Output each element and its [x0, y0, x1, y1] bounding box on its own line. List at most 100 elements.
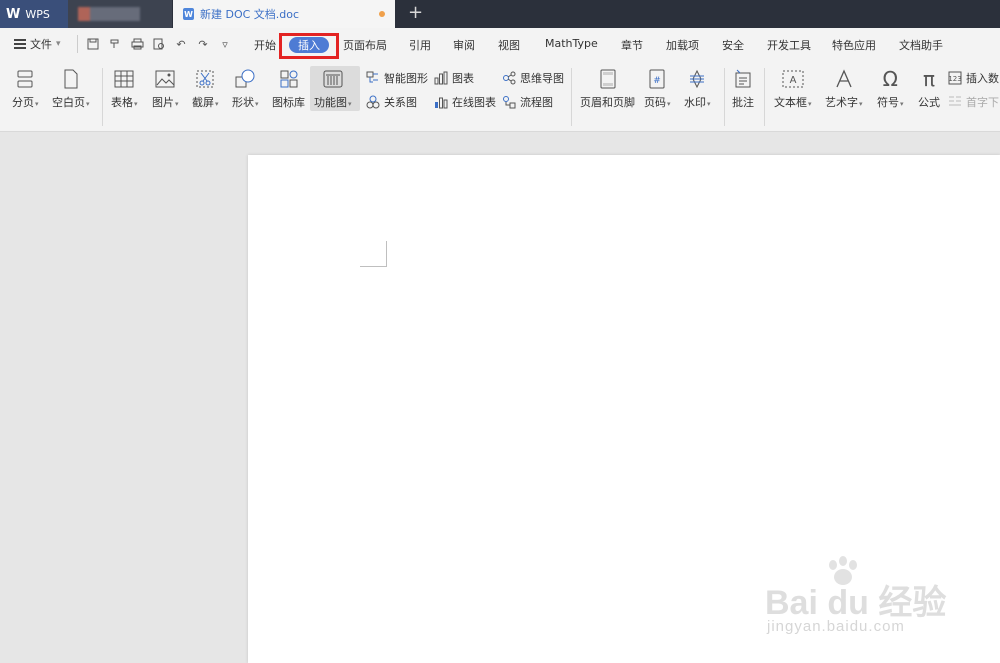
divider: [77, 35, 78, 53]
tab-insert[interactable]: 插入: [289, 37, 329, 53]
drop-cap-label: 首字下: [966, 96, 999, 109]
smart-shape-button[interactable]: 智能图形: [366, 70, 428, 86]
tab-developer[interactable]: 开发工具: [767, 37, 811, 53]
tab-start[interactable]: 开始: [254, 37, 276, 53]
formula-button[interactable]: π 公式: [918, 67, 940, 110]
wps-logo-icon: W: [6, 6, 21, 22]
drop-cap-icon: [948, 95, 962, 109]
tab-doc-assistant[interactable]: 文档助手: [899, 37, 943, 53]
svg-text:A: A: [789, 75, 796, 86]
tab-mathtype[interactable]: MathType: [545, 37, 598, 50]
unsaved-dot-icon: [379, 11, 385, 17]
mind-map-icon: [502, 71, 516, 85]
redo-icon[interactable]: ↷: [196, 37, 210, 51]
relation-chart-label: 关系图: [384, 96, 417, 109]
blank-page-icon: [60, 68, 82, 90]
divider: [764, 68, 765, 126]
smart-shape-label: 智能图形: [384, 72, 428, 85]
svg-text:#: #: [653, 76, 661, 86]
watermark-button[interactable]: 水印▾: [684, 68, 711, 110]
screenshot-button[interactable]: 截屏▾: [192, 68, 219, 110]
page-number-label: 页码: [644, 96, 666, 109]
tab-blurred[interactable]: [68, 0, 172, 28]
blank-page-label: 空白页: [52, 96, 85, 109]
page-break-button[interactable]: 分页▾: [12, 68, 39, 110]
watermark-icon: [686, 68, 708, 90]
baidu-watermark: Bai du 经验 jingyan.baidu.com: [765, 555, 955, 645]
icon-library-button[interactable]: 图标库: [272, 68, 305, 110]
watermark-site: jingyan.baidu.com: [767, 618, 905, 635]
mind-map-label: 思维导图: [520, 72, 564, 85]
header-footer-icon: [597, 68, 619, 90]
function-chart-icon: [322, 68, 344, 90]
tab-references[interactable]: 引用: [409, 37, 431, 53]
shapes-icon: [234, 68, 256, 90]
text-margin-marker: [360, 241, 387, 267]
chevron-down-icon: ▾: [56, 39, 61, 49]
flowchart-button[interactable]: 流程图: [502, 94, 553, 110]
function-chart-label: 功能图: [314, 96, 347, 109]
flowchart-label: 流程图: [520, 96, 553, 109]
relation-chart-button[interactable]: 关系图: [366, 94, 417, 110]
tab-document-title: 新建 DOC 文档.doc: [200, 8, 300, 21]
print-preview-icon[interactable]: [152, 37, 166, 51]
flowchart-icon: [502, 95, 516, 109]
tab-wps-home[interactable]: W WPS: [0, 0, 68, 28]
customize-toolbar-icon[interactable]: ▿: [218, 37, 232, 51]
wordart-button[interactable]: 艺术字▾: [825, 68, 863, 110]
page-number-button[interactable]: # 页码▾: [644, 68, 671, 110]
comment-button[interactable]: 批注: [732, 68, 754, 110]
title-bar: W WPS W 新建 DOC 文档.doc +: [0, 0, 1000, 28]
wordart-label: 艺术字: [825, 96, 858, 109]
table-icon: [113, 68, 135, 90]
watermark-brand: Bai du 经验: [765, 584, 947, 622]
tab-review[interactable]: 审阅: [453, 37, 475, 53]
tab-special-apps[interactable]: 特色应用: [832, 37, 876, 53]
chart-button[interactable]: 图表: [434, 70, 474, 86]
icon-library-icon: [278, 68, 300, 90]
header-footer-button[interactable]: 页眉和页脚: [580, 68, 635, 110]
format-painter-icon[interactable]: [108, 37, 122, 51]
blank-page-button[interactable]: 空白页▾: [52, 68, 90, 110]
online-chart-button[interactable]: 在线图表: [434, 94, 496, 110]
function-chart-button[interactable]: 功能图▾: [314, 68, 352, 110]
table-label: 表格: [111, 96, 133, 109]
wordart-icon: [833, 68, 855, 90]
ribbon-insert: 分页▾ 空白页▾ 表格▾ 图片▾ 截屏▾ 形状▾ 图标库 功能图▾ 智能图形 关…: [0, 60, 1000, 132]
tab-chapter[interactable]: 章节: [621, 37, 643, 53]
omega-icon: Ω: [882, 67, 898, 91]
tab-view[interactable]: 视图: [498, 37, 520, 53]
undo-icon[interactable]: ↶: [174, 37, 188, 51]
tab-document[interactable]: W 新建 DOC 文档.doc: [173, 0, 395, 28]
tab-security[interactable]: 安全: [722, 37, 744, 53]
smart-shape-icon: [366, 71, 380, 85]
menu-bar: 文件 ▾ ↶ ↷ ▿ 开始 页面布局 引用 审阅 视图 MathType 章节 …: [0, 28, 1000, 60]
table-button[interactable]: 表格▾: [111, 68, 138, 110]
file-menu-label: 文件: [30, 38, 52, 51]
svg-text:123: 123: [948, 75, 961, 83]
formula-label: 公式: [918, 96, 940, 109]
icon-library-label: 图标库: [272, 96, 305, 109]
watermark-label: 水印: [684, 96, 706, 109]
tab-addins[interactable]: 加载项: [666, 37, 699, 53]
comment-icon: [732, 68, 754, 90]
screenshot-label: 截屏: [192, 96, 214, 109]
picture-icon: [154, 68, 176, 90]
shapes-button[interactable]: 形状▾: [232, 68, 259, 110]
picture-button[interactable]: 图片▾: [152, 68, 179, 110]
textbox-button[interactable]: A 文本框▾: [774, 68, 812, 110]
insert-number-button[interactable]: 123 插入数: [948, 70, 999, 86]
tab-page-layout[interactable]: 页面布局: [343, 37, 387, 53]
symbol-button[interactable]: Ω 符号▾: [877, 67, 904, 110]
divider: [571, 68, 572, 126]
hamburger-icon: [14, 39, 26, 49]
print-icon[interactable]: [130, 37, 144, 51]
file-menu-button[interactable]: 文件 ▾: [14, 36, 61, 52]
textbox-label: 文本框: [774, 96, 807, 109]
new-tab-plus-icon[interactable]: +: [408, 3, 423, 23]
drop-cap-button[interactable]: 首字下: [948, 94, 999, 110]
save-icon[interactable]: [86, 37, 100, 51]
mind-map-button[interactable]: 思维导图: [502, 70, 564, 86]
picture-label: 图片: [152, 96, 174, 109]
divider: [724, 68, 725, 126]
